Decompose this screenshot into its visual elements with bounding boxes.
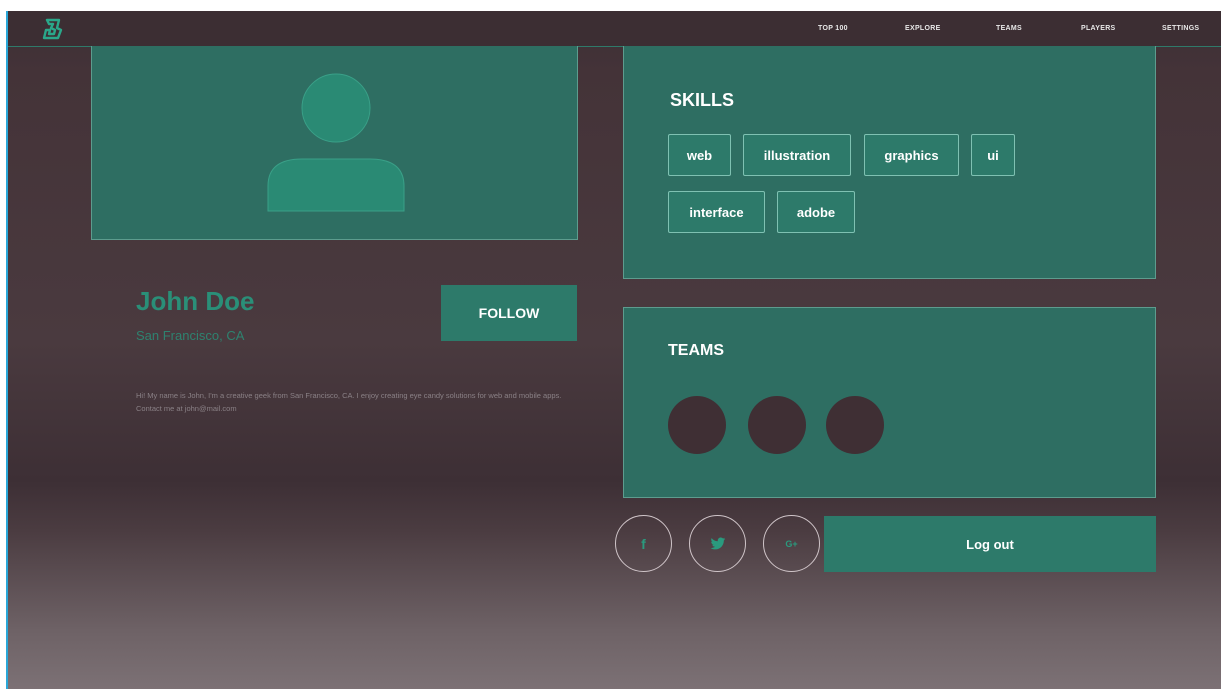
google-plus-icon: G+	[785, 538, 798, 549]
team-avatar[interactable]	[826, 396, 884, 454]
logout-button[interactable]: Log out	[824, 516, 1156, 572]
nav-item-settings[interactable]: SETTINGS	[1162, 25, 1199, 32]
profile-bio: Hi! My name is John, I'm a creative geek…	[136, 391, 562, 413]
top-navigation-bar: TOP 100 EXPLORE TEAMS PLAYERS SETTINGS	[8, 11, 1221, 47]
avatar-card	[91, 46, 578, 240]
skill-tag-graphics[interactable]: graphics	[864, 134, 959, 176]
nav-item-teams[interactable]: TEAMS	[996, 25, 1022, 32]
follow-button[interactable]: FOLLOW	[441, 285, 577, 341]
nav-item-explore[interactable]: EXPLORE	[905, 25, 941, 32]
profile-location: San Francisco, CA	[136, 328, 245, 343]
skills-card: SKILLS web illustration graphics ui inte…	[623, 46, 1156, 279]
facebook-button[interactable]: f	[615, 515, 672, 572]
profile-page: TOP 100 EXPLORE TEAMS PLAYERS SETTINGS J…	[8, 11, 1221, 689]
skill-tag-interface[interactable]: interface	[668, 191, 765, 233]
team-avatar[interactable]	[668, 396, 726, 454]
nav-item-players[interactable]: PLAYERS	[1081, 25, 1116, 32]
skills-title: SKILLS	[670, 90, 735, 110]
skill-tag-web[interactable]: web	[668, 134, 731, 176]
teams-card: TEAMS	[623, 307, 1156, 498]
profile-name: John Doe	[136, 286, 255, 316]
skill-tag-adobe[interactable]: adobe	[777, 191, 855, 233]
skill-tag-ui[interactable]: ui	[971, 134, 1015, 176]
twitter-button[interactable]	[689, 515, 746, 572]
user-avatar-icon	[267, 73, 405, 212]
facebook-icon: f	[641, 535, 646, 552]
brand-logo-icon[interactable]	[40, 17, 64, 41]
teams-title: TEAMS	[668, 342, 724, 359]
team-avatar[interactable]	[748, 396, 806, 454]
google-plus-button[interactable]: G+	[763, 515, 820, 572]
skill-tag-illustration[interactable]: illustration	[743, 134, 851, 176]
twitter-icon	[710, 537, 725, 549]
nav-item-top-100[interactable]: TOP 100	[818, 25, 848, 32]
